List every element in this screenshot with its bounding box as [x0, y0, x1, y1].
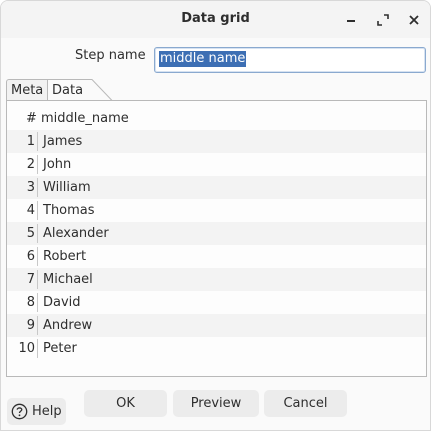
- row-divider: [37, 201, 38, 220]
- row-divider: [37, 132, 38, 151]
- grid-header: # middle_name: [7, 107, 426, 127]
- close-button[interactable]: [404, 10, 424, 30]
- column-header-number[interactable]: #: [26, 111, 37, 126]
- maximize-button[interactable]: [373, 10, 393, 30]
- preview-button[interactable]: Preview: [173, 390, 259, 417]
- cell-middle-name[interactable]: Michael: [43, 272, 93, 287]
- tab-bar: Meta Data: [6, 79, 426, 101]
- row-divider: [37, 178, 38, 197]
- table-row[interactable]: 10 Peter: [7, 337, 426, 360]
- ok-button[interactable]: OK: [84, 390, 167, 417]
- table-row[interactable]: 5 Alexander: [7, 222, 426, 245]
- tab-data[interactable]: Data: [48, 79, 88, 101]
- table-row[interactable]: 4 Thomas: [7, 199, 426, 222]
- row-number: 2: [26, 157, 35, 172]
- step-name-value: middle name: [159, 51, 247, 67]
- step-name-input[interactable]: middle name: [154, 47, 426, 73]
- help-button[interactable]: Help: [7, 398, 66, 425]
- cell-middle-name[interactable]: James: [43, 134, 82, 149]
- row-number: 9: [26, 318, 35, 333]
- row-divider: [37, 293, 38, 312]
- maximize-icon: [377, 14, 389, 26]
- close-icon: [409, 15, 419, 25]
- step-name-label: Step name: [75, 48, 146, 63]
- row-number: 3: [26, 180, 35, 195]
- row-divider: [37, 247, 38, 266]
- title-bar: Data grid: [1, 1, 430, 38]
- cell-middle-name[interactable]: Thomas: [43, 203, 95, 218]
- row-number: 5: [26, 226, 35, 241]
- table-row[interactable]: 9 Andrew: [7, 314, 426, 337]
- row-divider: [37, 316, 38, 335]
- row-divider: [37, 339, 38, 358]
- column-header-middle-name[interactable]: middle_name: [41, 111, 129, 126]
- table-row[interactable]: 2 John: [7, 153, 426, 176]
- help-label: Help: [32, 404, 62, 419]
- row-number: 8: [26, 295, 35, 310]
- minimize-icon: [347, 20, 355, 22]
- cell-middle-name[interactable]: Peter: [43, 341, 77, 356]
- row-divider: [37, 224, 38, 243]
- tab-meta[interactable]: Meta: [6, 79, 48, 101]
- row-number: 4: [26, 203, 35, 218]
- cell-middle-name[interactable]: David: [43, 295, 81, 310]
- row-number: 7: [26, 272, 35, 287]
- minimize-button[interactable]: [341, 10, 361, 30]
- row-number: 1: [26, 134, 35, 149]
- cell-middle-name[interactable]: Robert: [43, 249, 86, 264]
- data-grid: # middle_name 1 James 2 John 3 William 4…: [6, 100, 427, 377]
- cell-middle-name[interactable]: William: [43, 180, 91, 195]
- table-row[interactable]: 8 David: [7, 291, 426, 314]
- cancel-button[interactable]: Cancel: [264, 390, 347, 417]
- row-divider: [37, 155, 38, 174]
- window-title: Data grid: [181, 11, 250, 26]
- cell-middle-name[interactable]: Alexander: [43, 226, 109, 241]
- table-row[interactable]: 1 James: [7, 130, 426, 153]
- cell-middle-name[interactable]: John: [43, 157, 71, 172]
- table-row[interactable]: 3 William: [7, 176, 426, 199]
- row-divider: [37, 270, 38, 289]
- dialog-window: Data grid Step name middle name Meta Dat…: [0, 0, 431, 431]
- cell-middle-name[interactable]: Andrew: [43, 318, 92, 333]
- table-row[interactable]: 6 Robert: [7, 245, 426, 268]
- tab-edge: [86, 79, 426, 101]
- row-number: 6: [26, 249, 35, 264]
- row-number: 10: [18, 341, 35, 356]
- table-row[interactable]: 7 Michael: [7, 268, 426, 291]
- help-icon: [11, 403, 28, 420]
